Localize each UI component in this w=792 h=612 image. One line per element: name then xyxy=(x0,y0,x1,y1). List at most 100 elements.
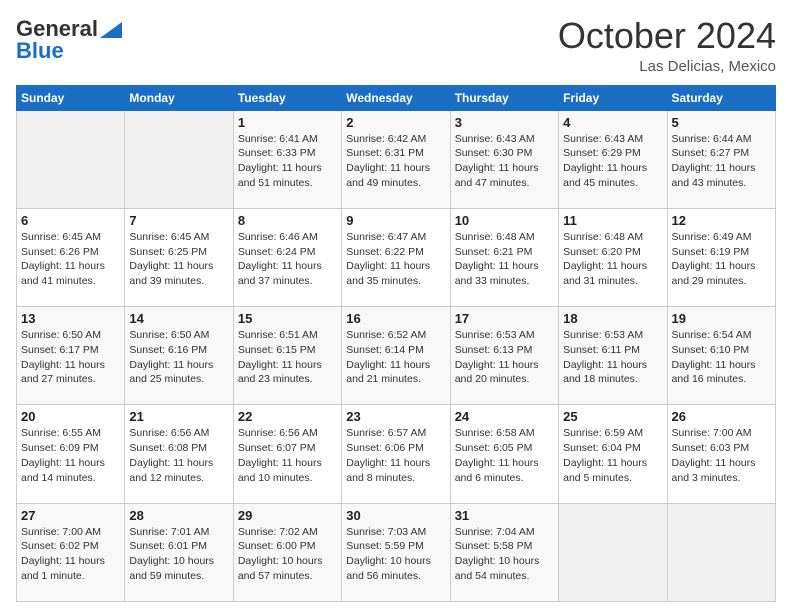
day-info: Sunrise: 6:52 AM Sunset: 6:14 PM Dayligh… xyxy=(346,328,445,387)
calendar-cell: 30 Sunrise: 7:03 AM Sunset: 5:59 PM Dayli… xyxy=(342,503,450,601)
logo: General Blue xyxy=(16,16,122,64)
day-info: Sunrise: 7:00 AM Sunset: 6:02 PM Dayligh… xyxy=(21,525,120,584)
calendar-cell: 18Sunrise: 6:53 AM Sunset: 6:11 PM Dayli… xyxy=(559,307,667,405)
calendar-cell: 8Sunrise: 6:46 AM Sunset: 6:24 PM Daylig… xyxy=(233,208,341,306)
day-info: Sunrise: 6:41 AM Sunset: 6:33 PM Dayligh… xyxy=(238,132,337,191)
day-number: 20 xyxy=(21,409,120,424)
day-number: 25 xyxy=(563,409,662,424)
day-number: 16 xyxy=(346,311,445,326)
day-number: 19 xyxy=(672,311,771,326)
day-info: Sunrise: 6:42 AM Sunset: 6:31 PM Dayligh… xyxy=(346,132,445,191)
calendar-cell: 22Sunrise: 6:56 AM Sunset: 6:07 PM Dayli… xyxy=(233,405,341,503)
day-info: Sunrise: 7:04 AM Sunset: 5:58 PM Dayligh… xyxy=(455,525,554,584)
day-info: Sunrise: 6:59 AM Sunset: 6:04 PM Dayligh… xyxy=(563,426,662,485)
day-number: 1 xyxy=(238,115,337,130)
day-info: Sunrise: 7:02 AM Sunset: 6:00 PM Dayligh… xyxy=(238,525,337,584)
calendar-table: SundayMondayTuesdayWednesdayThursdayFrid… xyxy=(16,85,776,602)
calendar-header-saturday: Saturday xyxy=(667,85,775,110)
header: General Blue October 2024 Las Delicias, … xyxy=(16,16,776,75)
day-number: 17 xyxy=(455,311,554,326)
day-number: 31 xyxy=(455,508,554,523)
calendar-cell: 24 Sunrise: 6:58 AM Sunset: 6:05 PM Dayli… xyxy=(450,405,558,503)
calendar-cell: 20 Sunrise: 6:55 AM Sunset: 6:09 PM Dayli… xyxy=(17,405,125,503)
day-number: 15 xyxy=(238,311,337,326)
day-number: 12 xyxy=(672,213,771,228)
day-number: 27 xyxy=(21,508,120,523)
day-info: Sunrise: 6:45 AM Sunset: 6:25 PM Dayligh… xyxy=(129,230,228,289)
day-info: Sunrise: 6:45 AM Sunset: 6:26 PM Dayligh… xyxy=(21,230,120,289)
calendar-header-thursday: Thursday xyxy=(450,85,558,110)
day-number: 7 xyxy=(129,213,228,228)
day-info: Sunrise: 6:55 AM Sunset: 6:09 PM Dayligh… xyxy=(21,426,120,485)
calendar-row-4: 27 Sunrise: 7:00 AM Sunset: 6:02 PM Dayli… xyxy=(17,503,776,601)
day-info: Sunrise: 6:44 AM Sunset: 6:27 PM Dayligh… xyxy=(672,132,771,191)
calendar-cell: 31 Sunrise: 7:04 AM Sunset: 5:58 PM Dayli… xyxy=(450,503,558,601)
day-info: Sunrise: 7:03 AM Sunset: 5:59 PM Dayligh… xyxy=(346,525,445,584)
calendar-cell xyxy=(125,110,233,208)
calendar-cell: 3 Sunrise: 6:43 AM Sunset: 6:30 PM Daylig… xyxy=(450,110,558,208)
day-number: 24 xyxy=(455,409,554,424)
day-number: 6 xyxy=(21,213,120,228)
day-info: Sunrise: 7:00 AM Sunset: 6:03 PM Dayligh… xyxy=(672,426,771,485)
logo-icon xyxy=(100,22,122,38)
day-info: Sunrise: 6:56 AM Sunset: 6:08 PM Dayligh… xyxy=(129,426,228,485)
calendar-cell: 16 Sunrise: 6:52 AM Sunset: 6:14 PM Dayli… xyxy=(342,307,450,405)
day-info: Sunrise: 6:54 AM Sunset: 6:10 PM Dayligh… xyxy=(672,328,771,387)
calendar-row-3: 20 Sunrise: 6:55 AM Sunset: 6:09 PM Dayli… xyxy=(17,405,776,503)
calendar-cell: 29Sunrise: 7:02 AM Sunset: 6:00 PM Dayli… xyxy=(233,503,341,601)
calendar-cell: 6 Sunrise: 6:45 AM Sunset: 6:26 PM Daylig… xyxy=(17,208,125,306)
day-info: Sunrise: 6:58 AM Sunset: 6:05 PM Dayligh… xyxy=(455,426,554,485)
day-info: Sunrise: 6:43 AM Sunset: 6:29 PM Dayligh… xyxy=(563,132,662,191)
location: Las Delicias, Mexico xyxy=(558,58,776,75)
calendar-cell: 4 Sunrise: 6:43 AM Sunset: 6:29 PM Daylig… xyxy=(559,110,667,208)
calendar-cell: 7 Sunrise: 6:45 AM Sunset: 6:25 PM Daylig… xyxy=(125,208,233,306)
day-number: 4 xyxy=(563,115,662,130)
calendar-cell: 25 Sunrise: 6:59 AM Sunset: 6:04 PM Dayli… xyxy=(559,405,667,503)
day-info: Sunrise: 6:47 AM Sunset: 6:22 PM Dayligh… xyxy=(346,230,445,289)
day-number: 8 xyxy=(238,213,337,228)
calendar-cell: 19 Sunrise: 6:54 AM Sunset: 6:10 PM Dayli… xyxy=(667,307,775,405)
calendar-cell: 13 Sunrise: 6:50 AM Sunset: 6:17 PM Dayli… xyxy=(17,307,125,405)
day-info: Sunrise: 6:48 AM Sunset: 6:21 PM Dayligh… xyxy=(455,230,554,289)
calendar-cell xyxy=(17,110,125,208)
day-number: 2 xyxy=(346,115,445,130)
title-block: October 2024 Las Delicias, Mexico xyxy=(558,16,776,75)
logo-blue: Blue xyxy=(16,38,64,64)
page: General Blue October 2024 Las Delicias, … xyxy=(0,0,792,612)
day-info: Sunrise: 7:01 AM Sunset: 6:01 PM Dayligh… xyxy=(129,525,228,584)
calendar-header-monday: Monday xyxy=(125,85,233,110)
calendar-cell: 11 Sunrise: 6:48 AM Sunset: 6:20 PM Dayli… xyxy=(559,208,667,306)
day-number: 3 xyxy=(455,115,554,130)
month-title: October 2024 xyxy=(558,16,776,56)
day-info: Sunrise: 6:50 AM Sunset: 6:16 PM Dayligh… xyxy=(129,328,228,387)
day-number: 11 xyxy=(563,213,662,228)
day-number: 9 xyxy=(346,213,445,228)
day-info: Sunrise: 6:43 AM Sunset: 6:30 PM Dayligh… xyxy=(455,132,554,191)
day-number: 18 xyxy=(563,311,662,326)
calendar-cell: 1 Sunrise: 6:41 AM Sunset: 6:33 PM Daylig… xyxy=(233,110,341,208)
day-number: 30 xyxy=(346,508,445,523)
calendar-header-friday: Friday xyxy=(559,85,667,110)
calendar-cell: 15 Sunrise: 6:51 AM Sunset: 6:15 PM Dayli… xyxy=(233,307,341,405)
calendar-cell: 2 Sunrise: 6:42 AM Sunset: 6:31 PM Daylig… xyxy=(342,110,450,208)
day-number: 21 xyxy=(129,409,228,424)
day-number: 26 xyxy=(672,409,771,424)
calendar-cell: 28 Sunrise: 7:01 AM Sunset: 6:01 PM Dayli… xyxy=(125,503,233,601)
calendar-cell xyxy=(667,503,775,601)
calendar-row-1: 6 Sunrise: 6:45 AM Sunset: 6:26 PM Daylig… xyxy=(17,208,776,306)
day-info: Sunrise: 6:50 AM Sunset: 6:17 PM Dayligh… xyxy=(21,328,120,387)
day-number: 5 xyxy=(672,115,771,130)
day-info: Sunrise: 6:51 AM Sunset: 6:15 PM Dayligh… xyxy=(238,328,337,387)
calendar-cell: 9 Sunrise: 6:47 AM Sunset: 6:22 PM Daylig… xyxy=(342,208,450,306)
day-number: 28 xyxy=(129,508,228,523)
calendar-cell: 14 Sunrise: 6:50 AM Sunset: 6:16 PM Dayli… xyxy=(125,307,233,405)
day-info: Sunrise: 6:56 AM Sunset: 6:07 PM Dayligh… xyxy=(238,426,337,485)
day-number: 14 xyxy=(129,311,228,326)
calendar-row-0: 1 Sunrise: 6:41 AM Sunset: 6:33 PM Daylig… xyxy=(17,110,776,208)
calendar-cell: 5 Sunrise: 6:44 AM Sunset: 6:27 PM Daylig… xyxy=(667,110,775,208)
day-number: 13 xyxy=(21,311,120,326)
day-info: Sunrise: 6:48 AM Sunset: 6:20 PM Dayligh… xyxy=(563,230,662,289)
calendar-cell: 12Sunrise: 6:49 AM Sunset: 6:19 PM Dayli… xyxy=(667,208,775,306)
day-info: Sunrise: 6:57 AM Sunset: 6:06 PM Dayligh… xyxy=(346,426,445,485)
day-info: Sunrise: 6:53 AM Sunset: 6:13 PM Dayligh… xyxy=(455,328,554,387)
